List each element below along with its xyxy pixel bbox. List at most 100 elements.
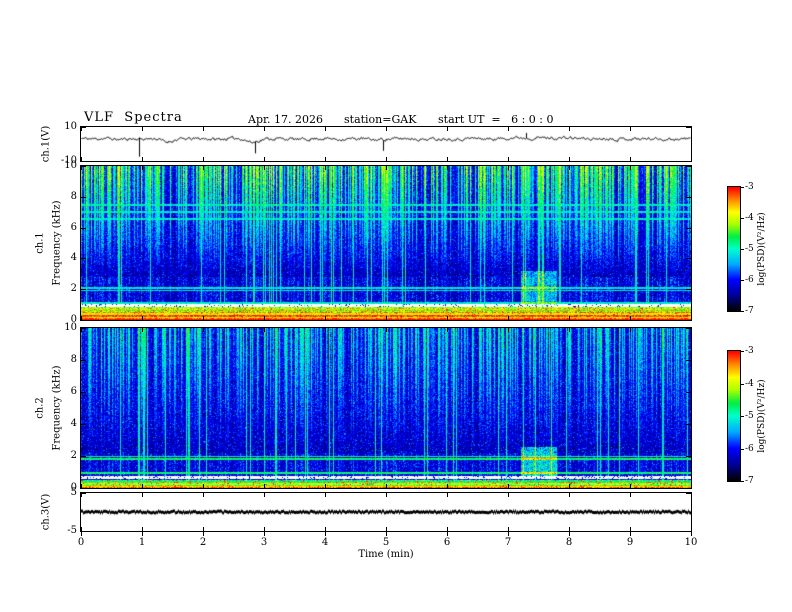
time-tick-inward bbox=[142, 328, 143, 332]
time-tick-inward bbox=[691, 166, 692, 170]
time-tick-inward bbox=[630, 484, 631, 488]
colorbar-tick-label: -6 bbox=[745, 275, 754, 285]
time-tick-inward bbox=[630, 166, 631, 170]
time-tick-inward bbox=[264, 157, 265, 161]
ch1-spectrogram-heatmap bbox=[81, 166, 691, 320]
ch1-spectrogram-ytick: 4 bbox=[70, 252, 77, 264]
time-tick-inward bbox=[203, 127, 204, 131]
time-tick-inward bbox=[386, 157, 387, 161]
ch2-spectrogram-ytick-tick bbox=[686, 392, 691, 393]
colorbar-tick bbox=[741, 384, 744, 385]
time-tick-inward bbox=[325, 527, 326, 531]
time-tick-outward bbox=[691, 532, 692, 536]
time-tick-inward bbox=[386, 484, 387, 488]
time-tick-inward bbox=[264, 527, 265, 531]
time-tick-inward bbox=[264, 484, 265, 488]
time-tick-inward bbox=[447, 157, 448, 161]
time-tick-inward bbox=[81, 484, 82, 488]
ch1-spectrogram-ytick-tick bbox=[686, 228, 691, 229]
time-tick-inward bbox=[203, 493, 204, 497]
time-tick-inward bbox=[81, 527, 82, 531]
ch2-spectrogram-ytick-tick bbox=[686, 424, 691, 425]
time-tick-label: 1 bbox=[138, 537, 146, 548]
time-tick-inward bbox=[508, 328, 509, 332]
time-tick-inward bbox=[508, 527, 509, 531]
time-tick-outward bbox=[203, 532, 204, 536]
vlf-spectra-figure: VLF Spectra Apr. 17. 2026 station=GAK st… bbox=[0, 0, 792, 612]
time-tick-inward bbox=[386, 493, 387, 497]
time-tick-inward bbox=[691, 316, 692, 320]
time-tick-inward bbox=[81, 166, 82, 170]
time-tick-inward bbox=[630, 493, 631, 497]
colorbar-tick-label: -7 bbox=[745, 476, 754, 486]
ch1-spectrogram-ytick-tick bbox=[686, 289, 691, 290]
colorbar-tick-label: -5 bbox=[745, 411, 754, 421]
time-tick-inward bbox=[691, 328, 692, 332]
time-tick-inward bbox=[142, 527, 143, 531]
time-tick-inward bbox=[569, 493, 570, 497]
ch1-voltage-ytick: 10 bbox=[64, 121, 77, 132]
time-tick-inward bbox=[203, 157, 204, 161]
ch2-spectrogram-ytick: 10 bbox=[64, 322, 77, 333]
time-tick-outward bbox=[325, 532, 326, 536]
time-tick-inward bbox=[569, 484, 570, 488]
time-tick-inward bbox=[81, 127, 82, 131]
time-tick-inward bbox=[203, 316, 204, 320]
ch2-spectrogram-ytick-tick bbox=[81, 360, 86, 361]
colorbar-tick-label: -4 bbox=[745, 213, 754, 223]
colorbar-tick bbox=[741, 416, 744, 417]
ch1-spectrogram-ytick-tick bbox=[81, 228, 86, 229]
colorbar-tick-label: -5 bbox=[745, 244, 754, 254]
ch1-spectrogram-ytick: 8 bbox=[70, 190, 77, 202]
time-tick-inward bbox=[508, 127, 509, 131]
ch1-spectrogram-panel bbox=[80, 165, 692, 321]
time-tick-inward bbox=[81, 316, 82, 320]
time-tick-outward bbox=[386, 532, 387, 536]
time-tick-inward bbox=[142, 157, 143, 161]
time-tick-inward bbox=[325, 166, 326, 170]
time-tick-inward bbox=[447, 316, 448, 320]
time-tick-label: 0 bbox=[77, 537, 85, 548]
ch2-spectrogram-ytick-tick bbox=[81, 424, 86, 425]
ch1-voltage-axis-label: ch.1(V) bbox=[40, 125, 52, 163]
figure-title: VLF Spectra bbox=[84, 110, 183, 125]
ch1-colorbar bbox=[727, 186, 741, 312]
colorbar-tick bbox=[741, 311, 744, 312]
ch1-spectrogram-ytick-tick bbox=[81, 197, 86, 198]
time-tick-label: 2 bbox=[199, 537, 207, 548]
ch2-spectrogram-ytick-tick bbox=[81, 488, 86, 489]
time-tick-label: 4 bbox=[321, 537, 329, 548]
ch1-spectrogram-ytick-tick bbox=[81, 289, 86, 290]
time-tick-inward bbox=[386, 316, 387, 320]
time-tick-inward bbox=[569, 157, 570, 161]
time-tick-inward bbox=[386, 328, 387, 332]
time-tick-inward bbox=[630, 157, 631, 161]
ch3-voltage-trace bbox=[81, 493, 691, 531]
time-tick-label: 10 bbox=[684, 537, 698, 548]
time-tick-inward bbox=[691, 484, 692, 488]
ch1-voltage-ytick-tick bbox=[81, 161, 86, 162]
time-tick-inward bbox=[508, 157, 509, 161]
time-tick-inward bbox=[325, 484, 326, 488]
ch1-spectrogram-ytick: 2 bbox=[70, 283, 77, 295]
time-tick-inward bbox=[691, 157, 692, 161]
time-tick-label: 5 bbox=[382, 537, 390, 548]
time-tick-inward bbox=[447, 527, 448, 531]
colorbar-tick-label: -4 bbox=[745, 378, 754, 389]
ch2-channel-label: ch.2 bbox=[34, 397, 46, 419]
ch1-colorbar-gradient bbox=[728, 187, 740, 311]
time-tick-outward bbox=[630, 532, 631, 536]
time-tick-inward bbox=[630, 527, 631, 531]
time-tick-inward bbox=[447, 328, 448, 332]
time-tick-inward bbox=[508, 484, 509, 488]
time-tick-inward bbox=[142, 316, 143, 320]
colorbar-tick-label: -7 bbox=[745, 306, 754, 316]
time-tick-inward bbox=[264, 127, 265, 131]
time-tick-outward bbox=[264, 532, 265, 536]
ch2-spectrogram-ytick-tick bbox=[686, 456, 691, 457]
time-tick-outward bbox=[81, 532, 82, 536]
ch2-spectrogram-ytick: 2 bbox=[70, 450, 77, 461]
time-tick-inward bbox=[508, 493, 509, 497]
time-tick-label: 3 bbox=[260, 537, 268, 548]
time-tick-inward bbox=[569, 328, 570, 332]
